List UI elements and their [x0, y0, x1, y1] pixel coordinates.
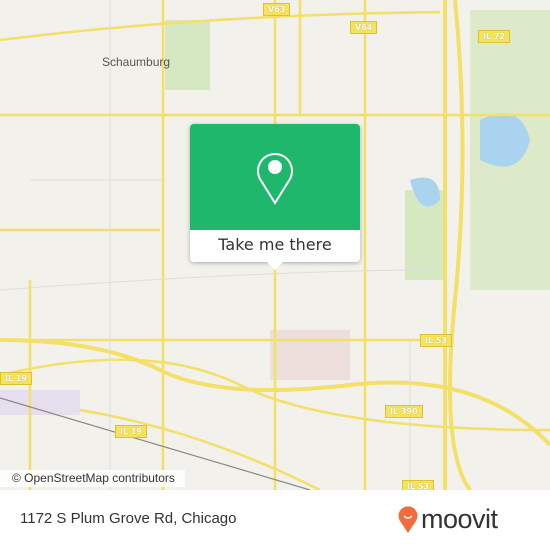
take-me-there-popup[interactable]: Take me there	[190, 124, 360, 262]
map-pin-icon	[257, 153, 293, 205]
route-shield: IL 72	[478, 30, 510, 43]
route-shield: IL 19	[0, 372, 32, 385]
address-label: 1172 S Plum Grove Rd, Chicago	[20, 510, 237, 527]
route-shield: IL 53	[402, 480, 434, 490]
map-attribution[interactable]: © OpenStreetMap contributors	[0, 470, 185, 487]
moovit-logo[interactable]: moovit	[398, 504, 498, 535]
brand-name: moovit	[421, 504, 498, 534]
route-shield: IL 390	[385, 405, 423, 418]
route-shield: V64	[350, 21, 378, 34]
route-shield: IL 19	[115, 425, 147, 438]
route-shield: IL 53	[420, 334, 452, 347]
popup-pointer	[266, 261, 284, 270]
route-shield: V63	[263, 3, 291, 16]
take-me-there-button[interactable]: Take me there	[190, 230, 360, 262]
city-label: Schaumburg	[102, 55, 171, 69]
moovit-pin-icon	[398, 505, 418, 533]
